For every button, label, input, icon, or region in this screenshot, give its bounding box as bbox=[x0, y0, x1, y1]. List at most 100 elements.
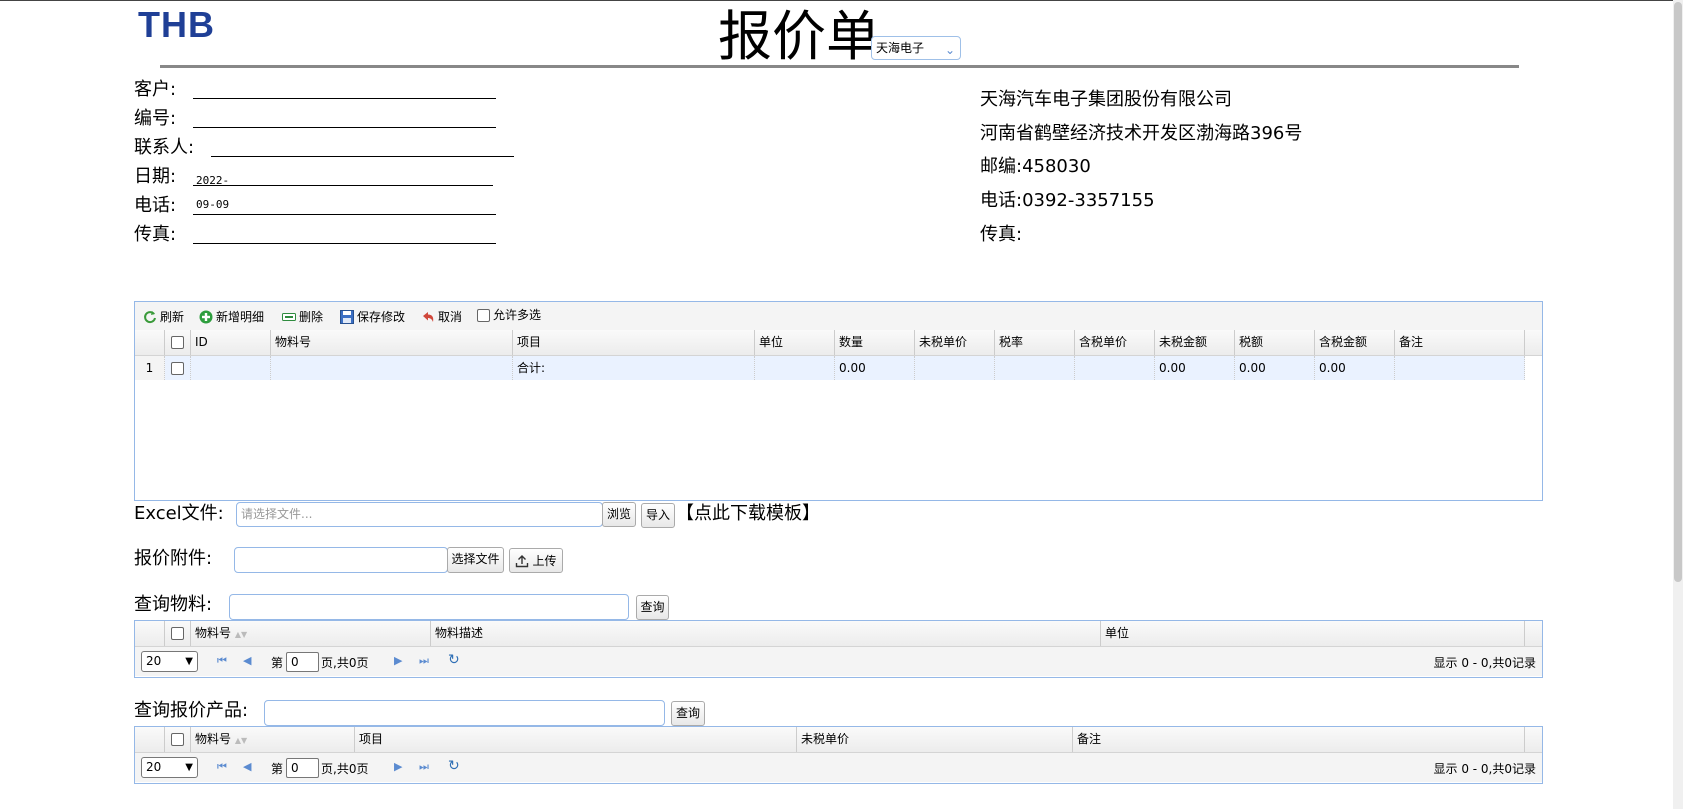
contact-label: 联系人: bbox=[134, 137, 195, 158]
product-pager: 20 ▼ ⏮ ◀ 第 0 页,共0页 ▶ ⏭ ↻ 显示 0 - 0,共0记录 bbox=[135, 753, 1542, 782]
last-page-icon[interactable]: ⏭ bbox=[419, 654, 429, 668]
page-scrollbar-thumb[interactable] bbox=[1674, 2, 1682, 582]
col-item[interactable]: 项目 bbox=[513, 330, 755, 355]
prev-page-icon[interactable]: ◀ bbox=[243, 760, 251, 773]
row-checkbox[interactable] bbox=[171, 362, 184, 375]
col-material-no-label: 物料号 bbox=[195, 732, 232, 746]
cancel-button[interactable]: 取消 bbox=[421, 308, 462, 326]
cell-taxed-amount[interactable]: 0.00 bbox=[1315, 356, 1395, 380]
col-material-no[interactable]: 物料号 ▲▼ bbox=[191, 621, 431, 646]
chevron-down-icon: ⌄ bbox=[944, 43, 955, 57]
contact-input[interactable] bbox=[211, 156, 514, 157]
chevron-down-icon: ▼ bbox=[185, 656, 193, 667]
customer-input[interactable] bbox=[193, 98, 496, 99]
choose-file-button[interactable]: 选择文件 bbox=[447, 547, 504, 573]
upload-button[interactable]: 上传 bbox=[509, 548, 563, 573]
attachment-label: 报价附件: bbox=[134, 548, 213, 569]
row-select-cell bbox=[165, 356, 191, 380]
cell-tax[interactable]: 0.00 bbox=[1235, 356, 1315, 380]
browse-button[interactable]: 浏览 bbox=[602, 502, 636, 527]
material-pager: 20 ▼ ⏮ ◀ 第 0 页,共0页 ▶ ⏭ ↻ 显示 0 - 0,共0记录 bbox=[135, 647, 1542, 676]
last-page-icon[interactable]: ⏭ bbox=[419, 760, 429, 774]
material-grid: 物料号 ▲▼ 物料描述 单位 20 ▼ ⏮ ◀ 第 0 页,共0页 ▶ ⏭ ↻ 显… bbox=[134, 620, 1543, 678]
col-quantity[interactable]: 数量 bbox=[835, 330, 915, 355]
cell-remark[interactable] bbox=[1395, 356, 1525, 380]
col-item[interactable]: 项目 bbox=[355, 727, 797, 752]
cell-untaxed-amount[interactable]: 0.00 bbox=[1155, 356, 1235, 380]
col-tax[interactable]: 税额 bbox=[1235, 330, 1315, 355]
select-all-checkbox[interactable] bbox=[171, 336, 184, 349]
multi-select-checkbox[interactable] bbox=[477, 308, 490, 322]
material-search-button[interactable]: 查询 bbox=[636, 595, 669, 620]
attachment-file-input[interactable] bbox=[234, 547, 448, 573]
save-changes-button[interactable]: 保存修改 bbox=[340, 308, 405, 326]
page-size-value: 20 bbox=[146, 654, 162, 668]
delete-button[interactable]: 删除 bbox=[282, 308, 323, 326]
download-template-link[interactable]: 【点此下载模板】 bbox=[676, 502, 820, 526]
cell-material-no[interactable] bbox=[271, 356, 513, 380]
phone-input[interactable] bbox=[193, 214, 496, 215]
add-detail-label: 新增明细 bbox=[216, 310, 265, 324]
save-changes-label: 保存修改 bbox=[357, 310, 406, 324]
col-untaxed-price[interactable]: 未税单价 bbox=[797, 727, 1073, 752]
select-all-checkbox[interactable] bbox=[171, 627, 184, 640]
delete-label: 删除 bbox=[299, 310, 324, 324]
cell-item[interactable]: 合计: bbox=[513, 356, 755, 380]
cell-id[interactable] bbox=[191, 356, 271, 380]
reload-icon[interactable]: ↻ bbox=[448, 758, 460, 774]
next-page-icon[interactable]: ▶ bbox=[394, 760, 402, 773]
col-untaxed-price[interactable]: 未税单价 bbox=[915, 330, 995, 355]
company-select[interactable]: 天海电子 ⌄ bbox=[871, 36, 961, 60]
number-input[interactable] bbox=[193, 127, 496, 128]
multi-select-label: 允许多选 bbox=[493, 308, 542, 322]
col-tax-rate[interactable]: 税率 bbox=[995, 330, 1075, 355]
fax-input[interactable] bbox=[193, 243, 496, 244]
col-material-no[interactable]: 物料号 ▲▼ bbox=[191, 727, 355, 752]
cell-tax-rate[interactable] bbox=[995, 356, 1075, 380]
table-row[interactable]: 1 合计: 0.00 0.00 0.00 0.00 bbox=[135, 356, 1525, 380]
chevron-down-icon: ▼ bbox=[185, 762, 193, 773]
col-unit[interactable]: 单位 bbox=[755, 330, 835, 355]
upload-label: 上传 bbox=[532, 553, 557, 568]
cell-unit[interactable] bbox=[755, 356, 835, 380]
prev-page-icon[interactable]: ◀ bbox=[243, 654, 251, 667]
company-postcode: 邮编:458030 bbox=[980, 156, 1091, 177]
select-all-checkbox[interactable] bbox=[171, 733, 184, 746]
company-address: 河南省鹤壁经济技术开发区渤海路396号 bbox=[980, 123, 1303, 144]
col-unit[interactable]: 单位 bbox=[1101, 621, 1525, 646]
col-remark[interactable]: 备注 bbox=[1073, 727, 1525, 752]
excel-file-input[interactable]: 请选择文件... bbox=[236, 502, 603, 527]
reload-icon[interactable]: ↻ bbox=[448, 652, 460, 668]
next-page-icon[interactable]: ▶ bbox=[394, 654, 402, 667]
add-detail-button[interactable]: 新增明细 bbox=[199, 308, 264, 326]
delete-icon bbox=[282, 313, 296, 321]
page-size-select[interactable]: 20 ▼ bbox=[141, 651, 198, 672]
customer-field: 客户: bbox=[134, 78, 496, 102]
multi-select-toggle[interactable]: 允许多选 bbox=[477, 306, 541, 324]
select-all-cell bbox=[165, 727, 191, 752]
page-number-input[interactable]: 0 bbox=[286, 758, 319, 778]
first-page-icon[interactable]: ⏮ bbox=[217, 654, 227, 668]
cell-taxed-price[interactable] bbox=[1075, 356, 1155, 380]
cell-quantity[interactable]: 0.00 bbox=[835, 356, 915, 380]
page-number-input[interactable]: 0 bbox=[286, 652, 319, 672]
product-search-input[interactable] bbox=[264, 700, 665, 726]
customer-label: 客户: bbox=[134, 79, 177, 100]
product-grid-header: 物料号 ▲▼ 项目 未税单价 备注 bbox=[135, 727, 1542, 753]
col-remark[interactable]: 备注 bbox=[1395, 330, 1525, 355]
col-material-no[interactable]: 物料号 bbox=[271, 330, 513, 355]
col-taxed-price[interactable]: 含税单价 bbox=[1075, 330, 1155, 355]
col-id[interactable]: ID bbox=[191, 330, 271, 355]
import-button[interactable]: 导入 bbox=[641, 503, 675, 528]
col-taxed-amount[interactable]: 含税金额 bbox=[1315, 330, 1395, 355]
company-name: 天海汽车电子集团股份有限公司 bbox=[980, 89, 1232, 110]
date-input[interactable] bbox=[193, 185, 493, 186]
first-page-icon[interactable]: ⏮ bbox=[217, 760, 227, 774]
material-search-input[interactable] bbox=[229, 594, 629, 620]
col-material-desc[interactable]: 物料描述 bbox=[431, 621, 1101, 646]
page-size-select[interactable]: 20 ▼ bbox=[141, 757, 198, 778]
col-untaxed-amount[interactable]: 未税金额 bbox=[1155, 330, 1235, 355]
product-search-button[interactable]: 查询 bbox=[671, 701, 705, 726]
refresh-button[interactable]: 刷新 bbox=[143, 308, 184, 326]
cell-untaxed-price[interactable] bbox=[915, 356, 995, 380]
